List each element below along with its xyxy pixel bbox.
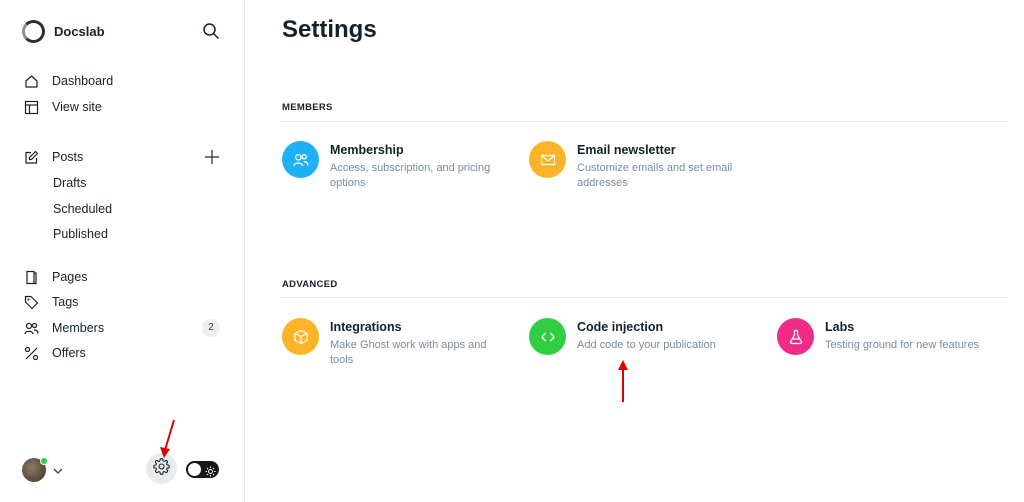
card-description: Make Ghost work with apps and tools [330, 338, 487, 368]
nav-pages-label: Pages [52, 270, 88, 284]
annotation-arrow [618, 360, 628, 402]
search-icon[interactable] [202, 22, 220, 40]
members-icon [24, 321, 39, 336]
nav-dashboard-label: Dashboard [52, 74, 114, 88]
nav-view-site[interactable]: View site [24, 97, 102, 117]
home-icon [24, 74, 39, 89]
card-description: Access, subscription, and pricing option… [330, 161, 490, 191]
card-title: Membership [330, 143, 404, 157]
card-description-line: Add code to your publication [577, 339, 716, 351]
code-icon [529, 318, 566, 355]
page-title: Settings [282, 16, 377, 43]
dark-mode-toggle[interactable] [186, 461, 219, 478]
card-title: Labs [825, 320, 855, 334]
chevron-down-icon[interactable] [52, 464, 64, 476]
nav-drafts[interactable]: Drafts [53, 174, 86, 192]
card-description: Testing ground for new features [825, 338, 979, 353]
nav-scheduled[interactable]: Scheduled [53, 200, 112, 218]
nav-members-label: Members [52, 321, 105, 335]
nav-dashboard[interactable]: Dashboard [24, 71, 113, 91]
nav-offers[interactable]: Offers [24, 343, 86, 363]
nav-tags-label: Tags [52, 295, 79, 309]
card-description-line: Testing ground for new features [825, 339, 980, 351]
add-post-icon[interactable] [204, 149, 220, 165]
card-description-line: addresses [577, 177, 628, 189]
sidebar: Docslab Dashboard View site Posts Drafts… [0, 0, 245, 502]
toggle-knob [188, 463, 201, 476]
card-title: Email newsletter [577, 143, 676, 157]
brand[interactable]: Docslab [22, 20, 105, 43]
nav-members[interactable]: Members [24, 318, 104, 338]
percent-icon [24, 346, 39, 361]
card-email-newsletter[interactable]: Email newsletter Customize emails and se… [529, 141, 759, 191]
card-description: Customize emails and set email addresses [577, 161, 732, 191]
card-title: Integrations [330, 320, 402, 334]
box-icon [282, 318, 319, 355]
section-members-label: MEMBERS [282, 102, 333, 113]
sun-icon [205, 464, 216, 477]
online-status-dot [40, 457, 48, 465]
card-labs[interactable]: Labs Testing ground for new features [777, 318, 1007, 355]
card-code-injection[interactable]: Code injection Add code to your publicat… [529, 318, 759, 355]
pencil-icon [24, 150, 39, 165]
page-icon [24, 270, 39, 285]
nav-posts[interactable]: Posts [24, 147, 83, 167]
card-description-line: Customize emails and set email [577, 162, 733, 174]
card-description: Add code to your publication [577, 338, 716, 353]
card-integrations[interactable]: Integrations Make Ghost work with apps a… [282, 318, 512, 368]
brand-name: Docslab [54, 24, 105, 39]
gear-icon [153, 457, 170, 480]
tag-icon [24, 295, 39, 310]
section-advanced-label: ADVANCED [282, 279, 338, 290]
nav-pages[interactable]: Pages [24, 267, 87, 287]
settings-button[interactable] [146, 453, 177, 484]
flask-icon [777, 318, 814, 355]
card-description-line: options [330, 177, 366, 189]
nav-published[interactable]: Published [53, 225, 108, 243]
members-icon [282, 141, 319, 178]
mail-icon [529, 141, 566, 178]
divider [282, 297, 1008, 298]
card-description-line: Access, subscription, and pricing [330, 162, 491, 174]
card-title: Code injection [577, 320, 664, 334]
nav-offers-label: Offers [52, 346, 86, 360]
nav-posts-label: Posts [52, 150, 84, 164]
members-count-badge: 2 [202, 319, 220, 337]
divider [282, 121, 1008, 122]
card-description-line: Make Ghost work with apps and [330, 339, 487, 351]
card-membership[interactable]: Membership Access, subscription, and pri… [282, 141, 512, 191]
layout-icon [24, 100, 39, 115]
nav-view-site-label: View site [52, 100, 102, 114]
nav-tags[interactable]: Tags [24, 292, 78, 312]
brand-logo [22, 20, 45, 43]
card-description-line: tools [330, 354, 354, 366]
